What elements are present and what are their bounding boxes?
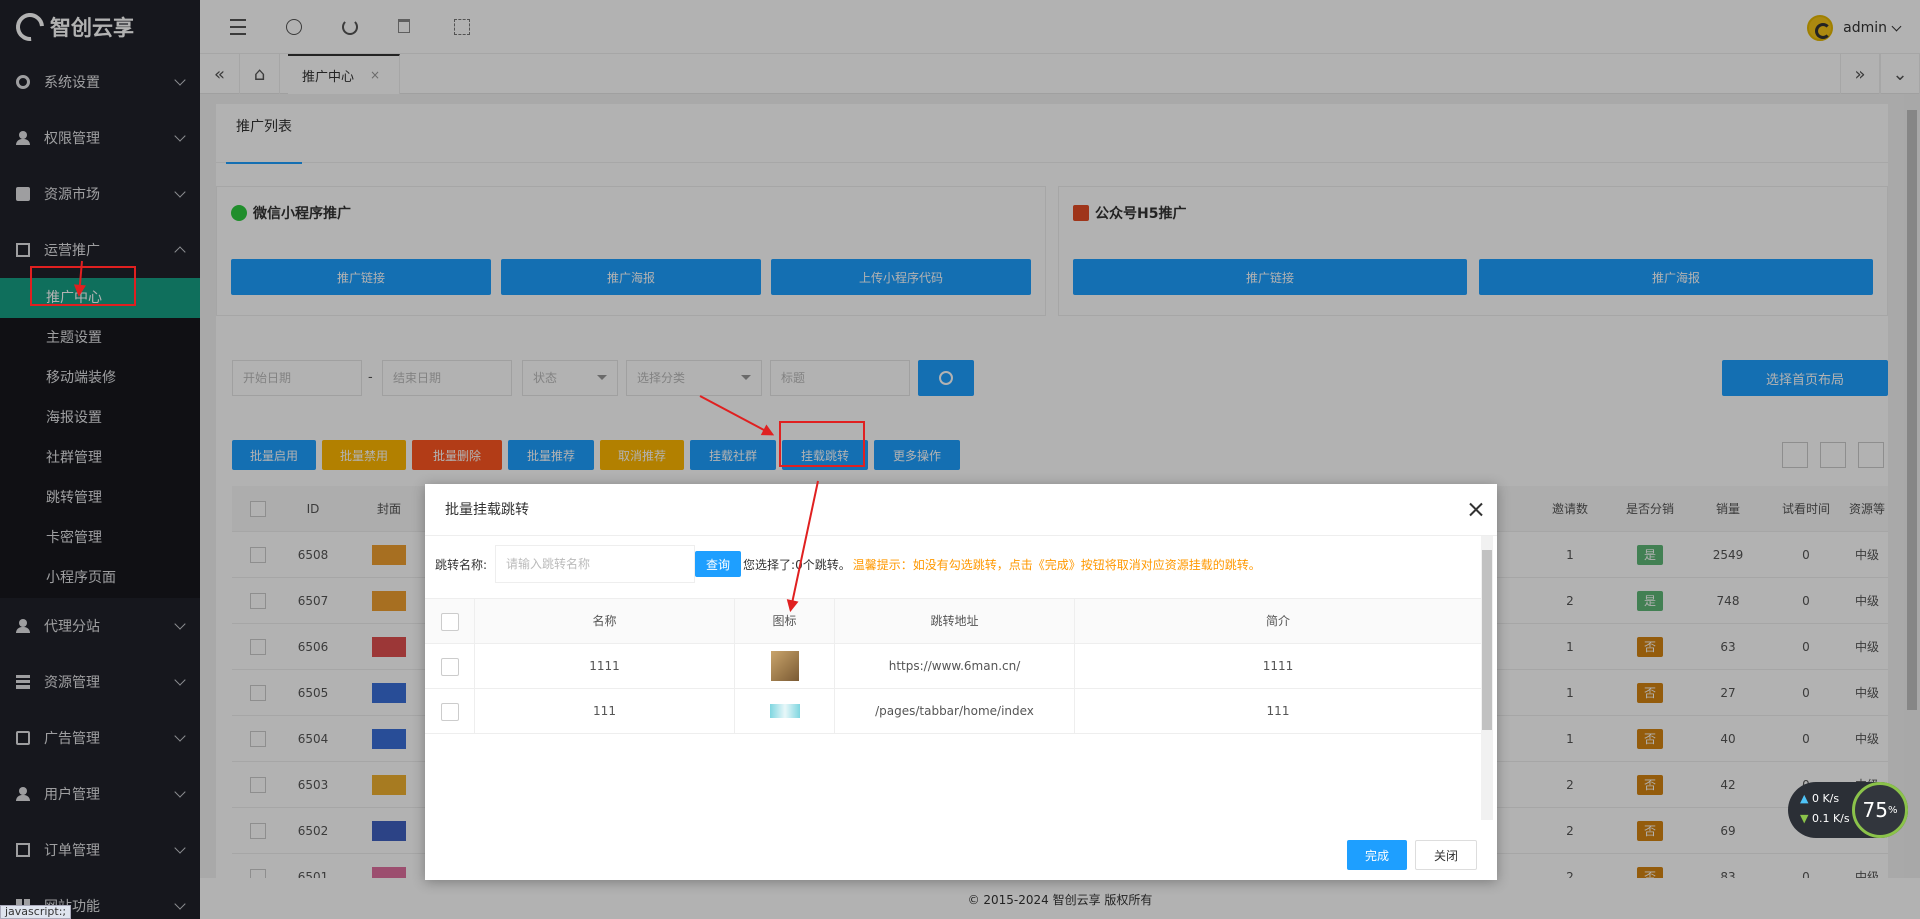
redirect-name: 1111 [475,644,735,689]
redirect-intro: 1111 [1262,659,1294,673]
redirect-thumbnail-image [770,651,799,681]
download-speed-unit: K/s [1832,812,1850,825]
modal-scrollbar[interactable] [1481,536,1493,820]
tip-text: 温馨提示：如没有勾选跳转，点击《完成》按钮将取消对应资源挂载的跳转。 [852,557,1261,572]
redirect-url: https://www.6man.cn/ [835,644,1075,689]
modal-search-bar: 跳转名称: 请输入跳转名称 查询 您选择了:0个跳转。 温馨提示：如没有勾选跳转… [435,544,1261,584]
download-speed-value: 0.1 [1811,812,1830,825]
select-all-checkbox[interactable] [441,613,459,631]
col-intro: 简介 [1265,614,1290,628]
upload-arrow-icon: ▲ [1800,792,1809,805]
download-arrow-icon: ▼ [1800,812,1809,825]
row-checkbox[interactable] [441,703,459,721]
col-url: 跳转地址 [835,599,1075,644]
modal-header: 批量挂载跳转 [425,484,1497,536]
modal-footer: 完成 关闭 [1339,840,1477,870]
cpu-usage-unit: % [1887,804,1898,816]
close-button[interactable]: 关闭 [1414,840,1477,870]
redirect-thumbnail-image [769,704,800,718]
download-speed: ▼ 0.1 K/s [1800,812,1850,825]
redirect-url: /pages/tabbar/home/index [835,689,1075,734]
redirect-name-input[interactable]: 请输入跳转名称 [495,545,696,583]
search-label: 跳转名称: [435,557,488,572]
query-button[interactable]: 查询 [695,551,742,577]
table-row[interactable]: 111 /pages/tabbar/home/index 111 [425,689,1481,734]
highlight-box [779,421,865,467]
redirect-icon-cell [735,689,835,734]
redirect-table: 名称 图标 跳转地址 简介 1111 https://www.6man.cn/ … [425,598,1481,734]
done-button[interactable]: 完成 [1346,840,1407,870]
row-select-cell [425,644,475,689]
cpu-usage-value: 75 [1862,798,1888,822]
redirect-intro: 111 [1266,704,1290,718]
redirect-icon-cell [735,644,835,689]
scrollbar-thumb[interactable] [1482,550,1492,730]
row-select-cell [425,689,475,734]
close-icon[interactable] [1469,502,1483,516]
upload-speed-value: 0 [1811,792,1819,805]
upload-speed: ▲ 0 K/s [1800,792,1839,805]
network-speed-widget: ▲ 0 K/s ▼ 0.1 K/s 75% [1788,782,1908,838]
upload-speed-unit: K/s [1822,792,1840,805]
cpu-usage-ring[interactable]: 75% [1852,782,1908,838]
modal-table-header: 名称 图标 跳转地址 简介 [425,599,1481,644]
col-name: 名称 [475,599,735,644]
row-checkbox[interactable] [441,658,459,676]
batch-mount-redirect-modal: 批量挂载跳转 跳转名称: 请输入跳转名称 查询 您选择了:0个跳转。 温馨提示：… [425,484,1497,880]
modal-title: 批量挂载跳转 [445,502,529,518]
redirect-name: 111 [475,689,735,734]
browser-status-bar: javascript:; [0,905,72,919]
table-row[interactable]: 1111 https://www.6man.cn/ 1111 [425,644,1481,689]
select-all-cell [425,599,475,644]
